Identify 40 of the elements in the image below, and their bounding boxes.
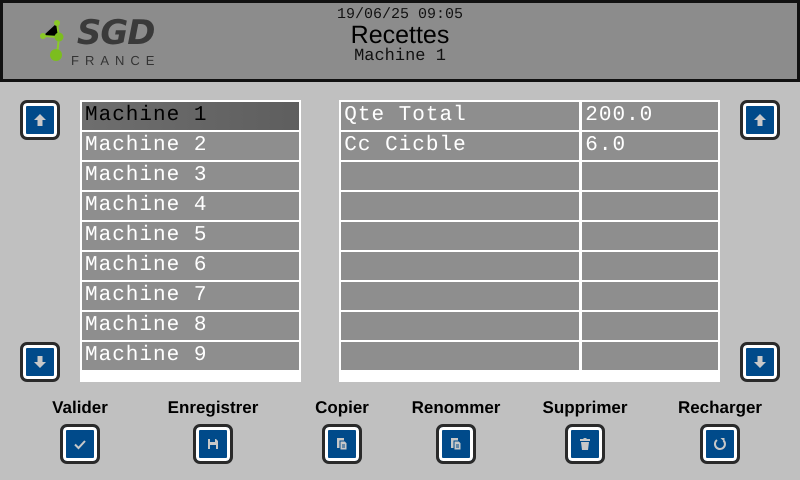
date-time: 19/06/25 09:05 — [336, 7, 464, 22]
scroll-up-button[interactable] — [740, 100, 780, 140]
copy-button[interactable] — [436, 424, 476, 464]
check-button[interactable] — [60, 424, 100, 464]
recipe-item[interactable]: Machine 2 — [82, 132, 300, 160]
action-label: Supprimer — [542, 399, 628, 416]
screen-subtitle: Machine 1 — [354, 48, 446, 66]
save-button[interactable] — [193, 424, 233, 464]
action-label: Recharger — [678, 399, 762, 416]
arrow-down-icon — [752, 354, 768, 370]
arrow-up-icon — [32, 112, 48, 128]
recipe-item[interactable]: Machine 4 — [82, 192, 300, 220]
arrow-up-icon — [752, 112, 768, 128]
reload-button[interactable] — [700, 424, 740, 464]
copy-button[interactable] — [322, 424, 362, 464]
screen-title: Recettes — [350, 22, 450, 48]
reload-icon — [712, 436, 728, 452]
recipe-item[interactable]: Machine 8 — [82, 312, 300, 340]
action-label: Copier — [315, 399, 369, 416]
recipe-item[interactable]: Machine 1 — [82, 102, 300, 130]
action-label: Renommer — [412, 399, 500, 416]
action-label: Valider — [52, 399, 108, 416]
trash-icon — [577, 436, 593, 452]
table-cell: 200.0 — [582, 102, 718, 130]
recipe-item[interactable]: Machine 6 — [82, 252, 300, 280]
scroll-up-button[interactable] — [20, 100, 60, 140]
recipe-item[interactable]: Machine 5 — [82, 222, 300, 250]
recipe-item[interactable]: Machine 7 — [82, 282, 300, 310]
delete-button[interactable] — [565, 424, 605, 464]
logo-wordmark: SGD — [76, 16, 155, 50]
table-cell: Qte Total — [341, 102, 580, 130]
recipe-item[interactable]: Machine 3 — [82, 162, 300, 190]
arrow-down-icon — [32, 354, 48, 370]
action-label: Enregistrer — [168, 399, 258, 416]
recipe-item[interactable]: Machine 9 — [82, 342, 300, 370]
logo-tagline: FRANCE — [71, 54, 160, 66]
table-cell: Cc Cicble — [341, 132, 580, 160]
scroll-down-button[interactable] — [740, 342, 780, 382]
table-cell: 6.0 — [582, 132, 718, 160]
scroll-down-button[interactable] — [20, 342, 60, 382]
